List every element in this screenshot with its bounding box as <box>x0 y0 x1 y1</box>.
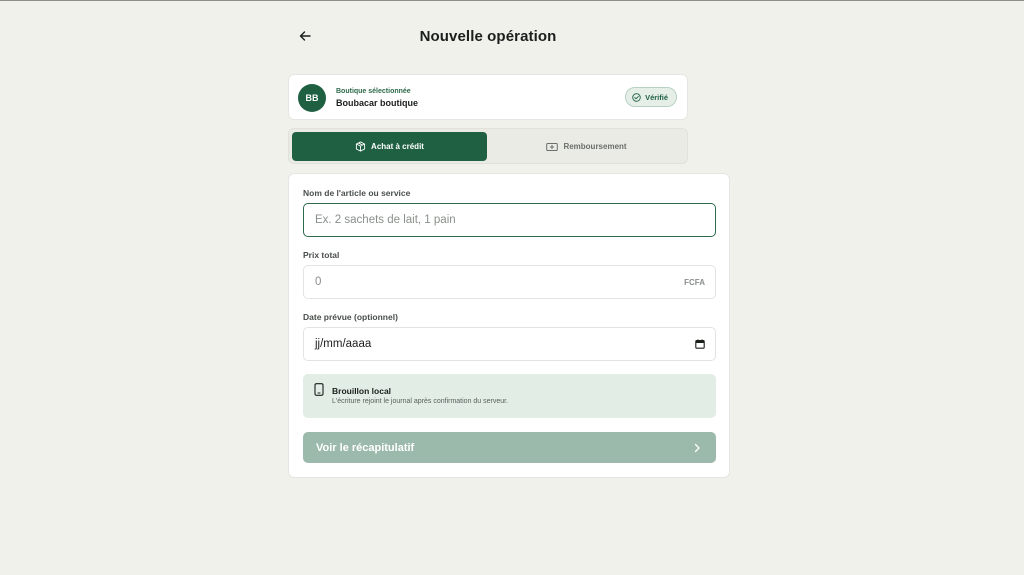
chevron-right-icon <box>694 443 700 452</box>
banknote-icon <box>546 142 559 151</box>
draft-description: L'écriture rejoint le journal après conf… <box>332 398 509 405</box>
check-circle-icon <box>632 92 641 102</box>
item-name-label: Nom de l'article ou service <box>303 188 411 198</box>
operation-type-tabs: Achat à crédit Remboursement <box>288 128 688 164</box>
date-input-value: jj/mm/aaaa <box>315 338 372 350</box>
phone-icon <box>314 383 324 396</box>
selected-shop-card[interactable]: BB Boutique sélectionnée Boubacar boutiq… <box>288 74 688 120</box>
item-name-input[interactable] <box>303 203 716 237</box>
verified-badge: Vérifié <box>625 87 677 107</box>
header: Nouvelle opération <box>288 1 688 73</box>
view-summary-label: Voir le récapitulatif <box>316 441 415 454</box>
draft-title: Brouillon local <box>332 386 392 396</box>
page-title: Nouvelle opération <box>419 28 557 45</box>
currency-suffix: FCFA <box>684 278 705 287</box>
verified-badge-label: Vérifié <box>645 92 668 102</box>
local-draft-notice: Brouillon local L'écriture rejoint le jo… <box>303 374 716 418</box>
total-price-label: Prix total <box>303 250 340 260</box>
shop-subtitle: Boutique sélectionnée <box>336 88 411 95</box>
tab-refund-label: Remboursement <box>563 142 627 151</box>
package-icon <box>355 141 366 152</box>
tab-refund[interactable]: Remboursement <box>489 132 684 161</box>
tab-credit-purchase[interactable]: Achat à crédit <box>292 132 487 161</box>
operation-form: Nom de l'article ou service Prix total F… <box>288 173 730 478</box>
shop-name: Boubacar boutique <box>336 98 419 108</box>
date-label: Date prévue (optionnel) <box>303 312 398 322</box>
date-input[interactable]: jj/mm/aaaa <box>303 327 716 361</box>
view-summary-button[interactable]: Voir le récapitulatif <box>303 432 716 463</box>
tab-credit-purchase-label: Achat à crédit <box>371 142 424 151</box>
calendar-icon[interactable] <box>695 339 705 349</box>
total-price-input[interactable] <box>303 265 716 299</box>
shop-avatar: BB <box>298 84 326 112</box>
